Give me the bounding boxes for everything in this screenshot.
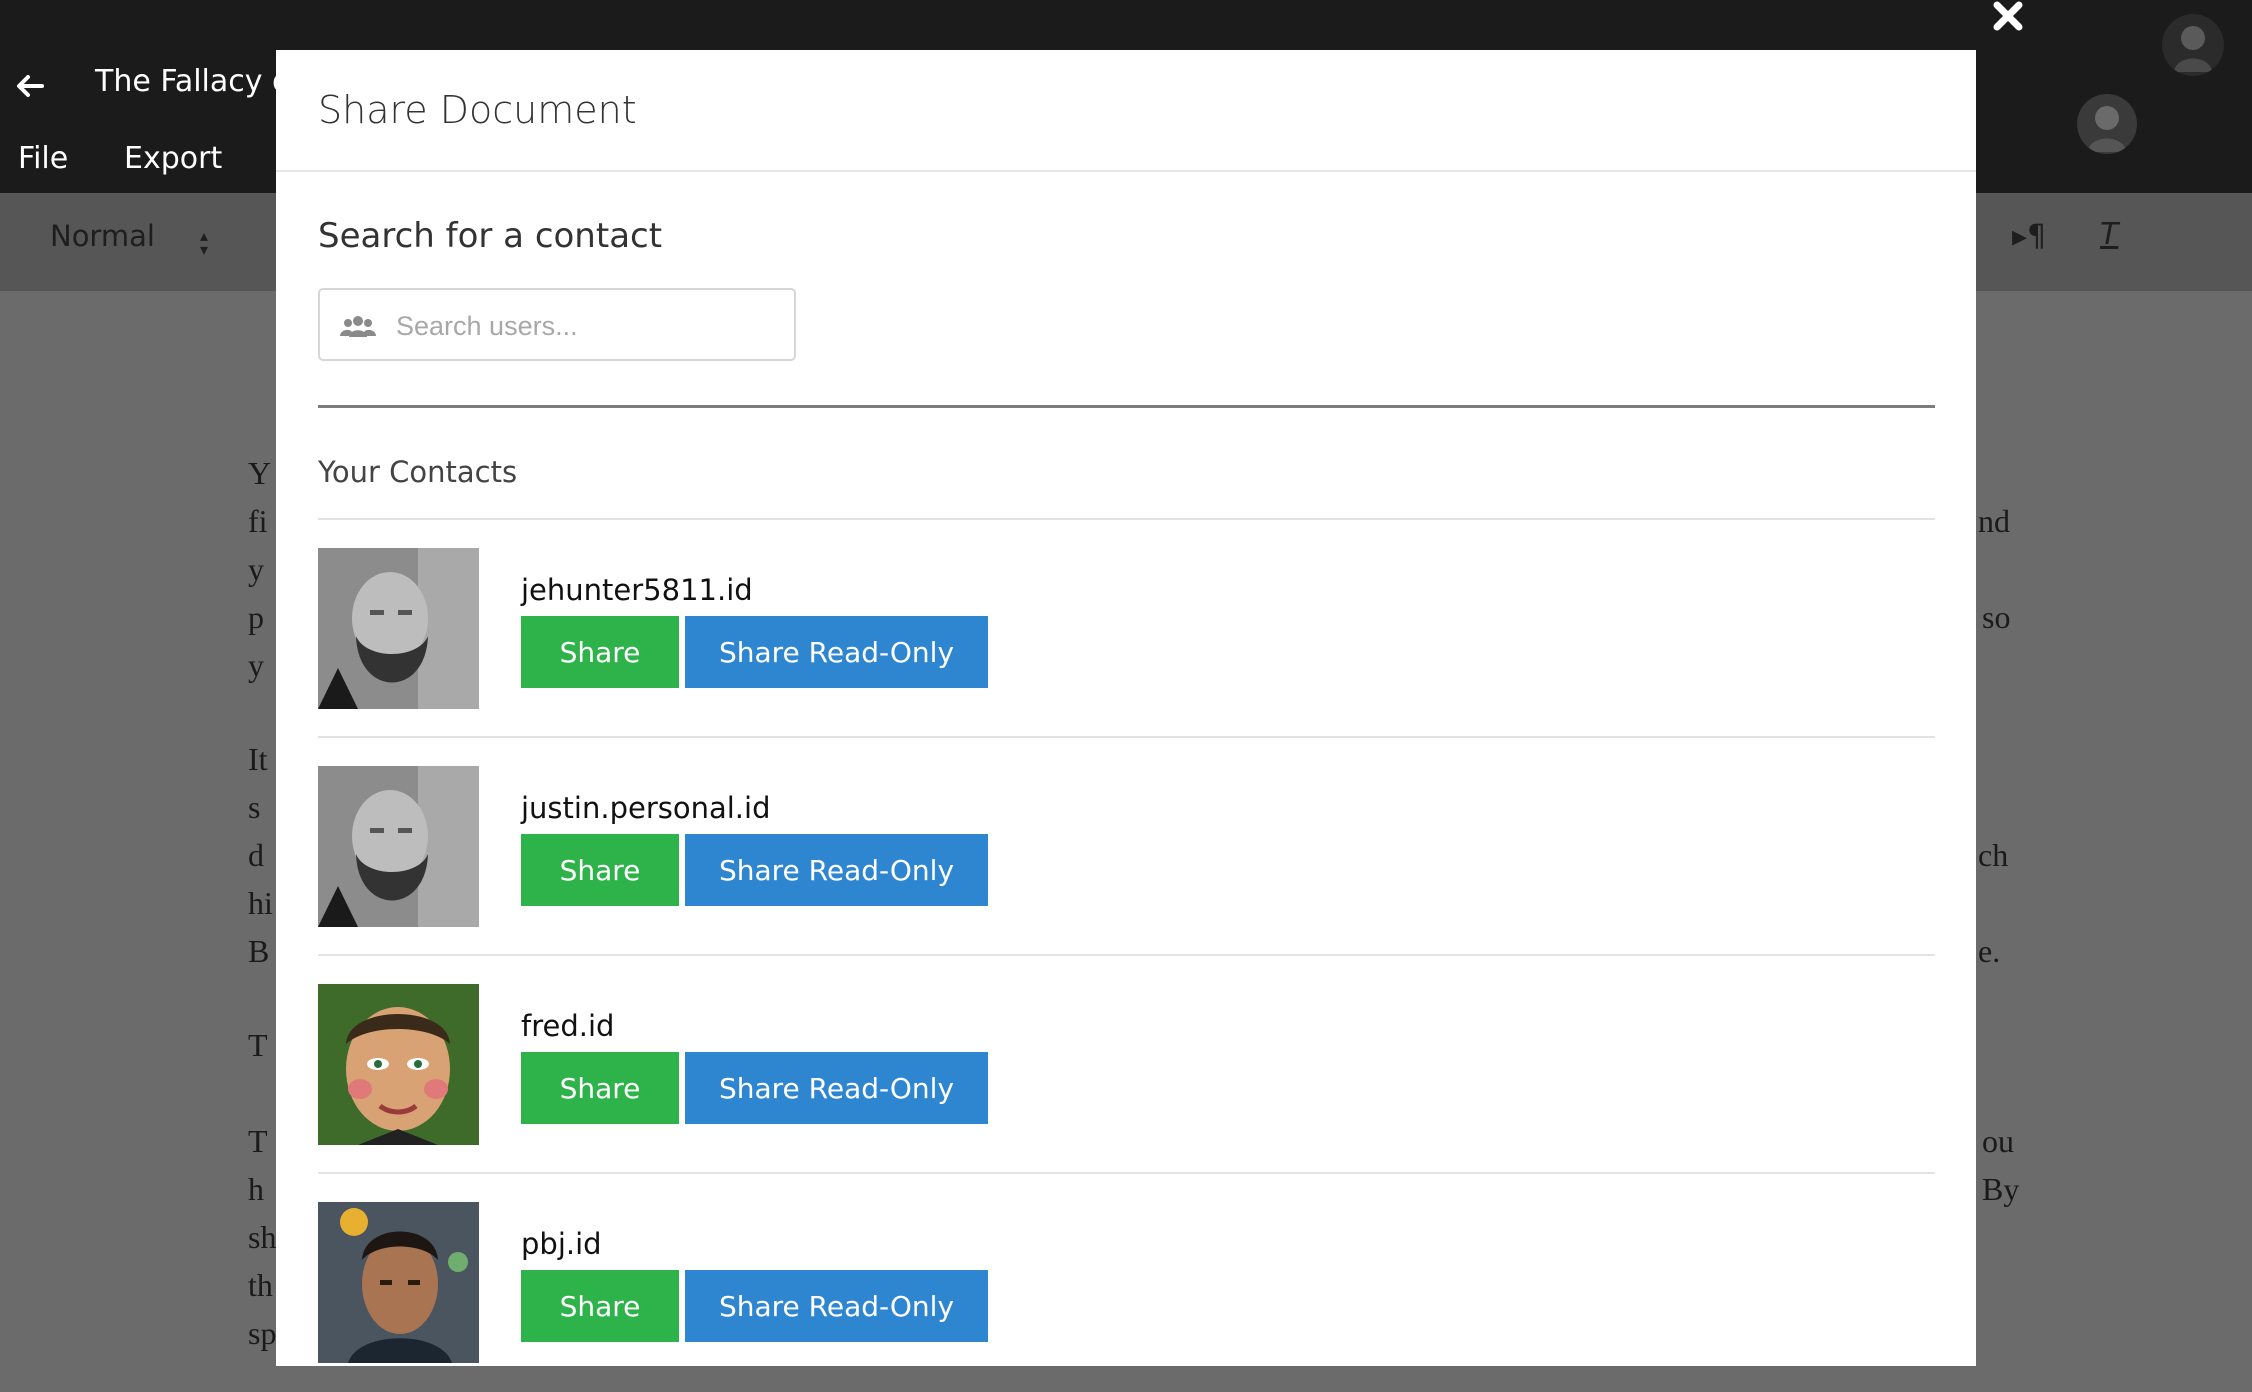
menu-export[interactable]: Export — [124, 141, 222, 176]
modal-title: Share Document — [318, 88, 637, 132]
doc-text-fragment: th — [248, 1267, 273, 1303]
collaborator-avatar[interactable] — [2077, 94, 2137, 154]
contact-avatar — [318, 984, 479, 1145]
doc-text-fragment: It — [248, 741, 268, 777]
doc-text-fragment: ou — [1982, 1123, 2014, 1159]
doc-text-fragment: nd — [1978, 503, 2010, 539]
users-icon — [340, 316, 376, 337]
contact-name: fred.id — [521, 1009, 615, 1043]
doc-text-fragment: B — [248, 933, 270, 969]
doc-text-fragment: s — [248, 789, 261, 825]
contact-row: fred.id Share Share Read-Only — [318, 956, 1935, 1174]
share-read-only-button[interactable]: Share Read-Only — [685, 1270, 988, 1342]
doc-text-fragment: p — [248, 599, 264, 635]
share-button[interactable]: Share — [521, 1270, 679, 1342]
share-button[interactable]: Share — [521, 834, 679, 906]
select-arrows-icon: ▴ ▾ — [200, 226, 209, 259]
modal-header: Share Document — [276, 50, 1976, 172]
contact-name: justin.personal.id — [521, 791, 771, 825]
doc-text-fragment: sp — [248, 1315, 277, 1351]
document-title: The Fallacy of — [95, 64, 301, 99]
close-icon[interactable] — [1988, 0, 2028, 38]
arrow-left-icon[interactable] — [14, 70, 46, 102]
contact-row: jehunter5811.id Share Share Read-Only — [318, 520, 1935, 738]
paragraph-style-select[interactable]: Normal — [50, 219, 155, 253]
doc-text-fragment: fi — [248, 503, 268, 539]
doc-text-fragment: e. — [1978, 933, 2001, 969]
doc-text-fragment: so — [1982, 599, 2011, 635]
contact-row: pbj.id Share Share Read-Only — [318, 1174, 1935, 1392]
share-document-modal: Share Document Search for a contact Your… — [276, 50, 1976, 1366]
user-avatar[interactable] — [2162, 14, 2224, 76]
share-button[interactable]: Share — [521, 616, 679, 688]
contact-name: pbj.id — [521, 1227, 602, 1261]
share-read-only-button[interactable]: Share Read-Only — [685, 834, 988, 906]
doc-text-fragment: ch — [1978, 837, 2009, 873]
contacts-heading: Your Contacts — [318, 455, 518, 489]
share-read-only-button[interactable]: Share Read-Only — [685, 616, 988, 688]
clear-format-icon[interactable]: T — [2100, 217, 2118, 252]
doc-text-fragment: hi — [248, 885, 273, 921]
section-divider — [318, 405, 1935, 408]
share-read-only-button[interactable]: Share Read-Only — [685, 1052, 988, 1124]
doc-text-fragment: y — [248, 551, 264, 587]
search-field[interactable] — [318, 288, 796, 361]
contact-row: justin.personal.id Share Share Read-Only — [318, 738, 1935, 956]
doc-text-fragment: sh — [248, 1219, 277, 1255]
contact-avatar — [318, 548, 479, 709]
doc-text-fragment: h — [248, 1171, 264, 1207]
search-users-input[interactable] — [394, 306, 788, 346]
doc-text-fragment: T — [248, 1027, 268, 1063]
contact-name: jehunter5811.id — [521, 573, 753, 607]
doc-text-fragment: Y — [248, 455, 272, 491]
contact-avatar — [318, 766, 479, 927]
contact-avatar — [318, 1202, 479, 1363]
share-button[interactable]: Share — [521, 1052, 679, 1124]
menu-file[interactable]: File — [18, 141, 68, 176]
doc-text-fragment: d — [248, 837, 264, 873]
doc-text-fragment: y — [248, 647, 264, 683]
search-contact-label: Search for a contact — [318, 216, 663, 256]
doc-text-fragment: T — [248, 1123, 268, 1159]
paragraph-icon[interactable]: ▸¶ — [2012, 219, 2046, 254]
doc-text-fragment: By — [1982, 1171, 2020, 1207]
